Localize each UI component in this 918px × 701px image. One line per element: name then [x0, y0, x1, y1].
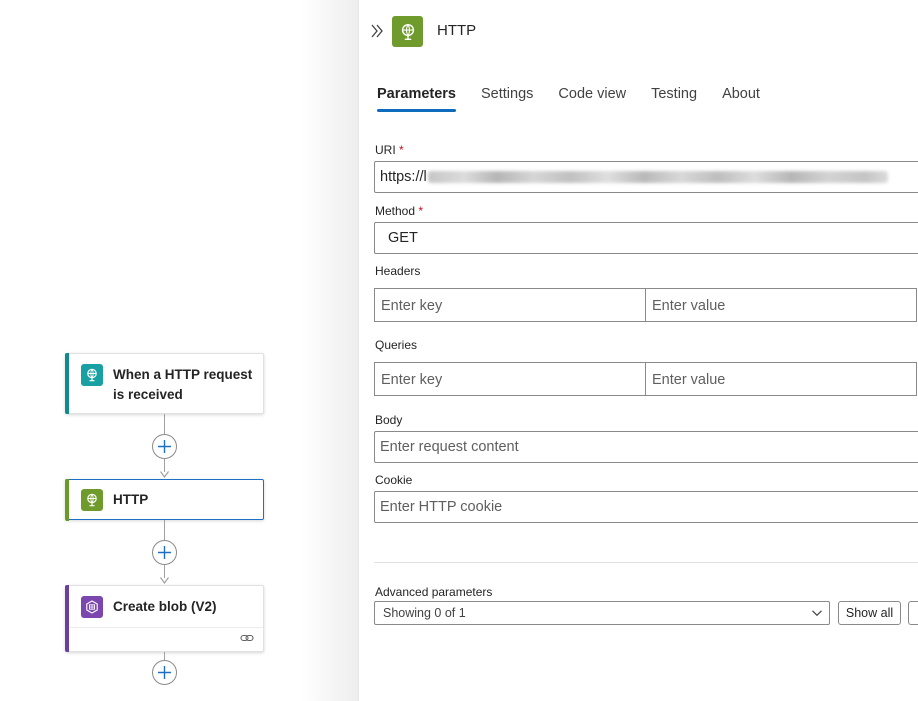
plus-icon	[158, 546, 171, 559]
chevron-down-icon	[812, 610, 822, 617]
headers-editor: Enter key Enter value	[374, 288, 917, 322]
blob-storage-icon	[81, 596, 103, 618]
body-label: Body	[375, 413, 403, 427]
plus-icon	[158, 666, 171, 679]
headers-value-input[interactable]: Enter value	[645, 288, 917, 322]
node-title: Create blob (V2)	[113, 599, 217, 614]
body-input[interactable]: Enter request content	[374, 431, 918, 463]
uri-label: URI *	[375, 143, 404, 157]
tab-parameters[interactable]: Parameters	[377, 86, 456, 112]
headers-key-input[interactable]: Enter key	[374, 288, 646, 322]
plus-icon	[158, 440, 171, 453]
queries-editor: Enter key Enter value	[374, 362, 917, 396]
panel-shadow	[300, 0, 360, 701]
advanced-parameters-value: Showing 0 of 1	[383, 606, 466, 620]
node-title: When a HTTP request is received	[113, 367, 253, 402]
uri-redacted	[427, 171, 888, 184]
cookie-label: Cookie	[375, 473, 413, 487]
show-all-button[interactable]: Show all	[838, 601, 901, 625]
queries-key-input[interactable]: Enter key	[374, 362, 646, 396]
method-value: GET	[388, 230, 418, 246]
method-label: Method *	[375, 204, 424, 218]
action-details-panel: HTTP Parameters Settings Code view Testi…	[358, 0, 918, 701]
add-step-button[interactable]	[152, 660, 177, 685]
tab-code-view[interactable]: Code view	[558, 86, 626, 112]
node-accent-bar	[65, 585, 69, 652]
section-divider	[374, 562, 918, 563]
required-mark: *	[418, 204, 424, 218]
cookie-input[interactable]: Enter HTTP cookie	[374, 491, 918, 523]
tab-testing[interactable]: Testing	[651, 86, 697, 112]
http-request-trigger-icon	[81, 364, 103, 386]
queries-value-input[interactable]: Enter value	[645, 362, 917, 396]
uri-value: https://l	[380, 169, 427, 185]
http-globe-icon	[392, 16, 423, 47]
arrow-down-icon	[160, 577, 169, 584]
advanced-parameters-label: Advanced parameters	[375, 585, 493, 599]
tab-about[interactable]: About	[722, 86, 760, 112]
advanced-parameters-dropdown[interactable]: Showing 0 of 1	[374, 601, 830, 625]
connector-line	[164, 652, 165, 660]
connector-line	[164, 520, 165, 540]
trigger-node-http-request[interactable]: When a HTTP request is received	[65, 353, 264, 414]
clear-all-button[interactable]	[908, 601, 918, 625]
collapse-panel-icon[interactable]	[369, 22, 385, 40]
node-divider	[70, 627, 263, 628]
cookie-placeholder: Enter HTTP cookie	[380, 499, 503, 515]
node-title: HTTP	[113, 492, 149, 507]
panel-title[interactable]: HTTP	[437, 22, 476, 39]
action-node-http[interactable]: HTTP	[64, 478, 264, 521]
add-step-button[interactable]	[152, 434, 177, 459]
required-mark: *	[399, 143, 404, 157]
add-step-button[interactable]	[152, 540, 177, 565]
queries-label: Queries	[375, 338, 418, 352]
method-dropdown[interactable]: GET	[374, 222, 918, 254]
http-globe-icon	[81, 489, 103, 511]
uri-input[interactable]: https://l	[374, 161, 918, 193]
tab-settings[interactable]: Settings	[481, 86, 533, 112]
action-node-create-blob[interactable]: Create blob (V2)	[65, 585, 264, 652]
connection-link-icon[interactable]	[240, 632, 254, 644]
body-placeholder: Enter request content	[380, 439, 519, 455]
node-accent-bar	[64, 478, 69, 521]
node-accent-bar	[65, 353, 69, 414]
connector-line	[164, 414, 165, 434]
arrow-down-icon	[160, 471, 169, 478]
panel-tabs: Parameters Settings Code view Testing Ab…	[377, 86, 785, 112]
headers-label: Headers	[375, 264, 421, 278]
